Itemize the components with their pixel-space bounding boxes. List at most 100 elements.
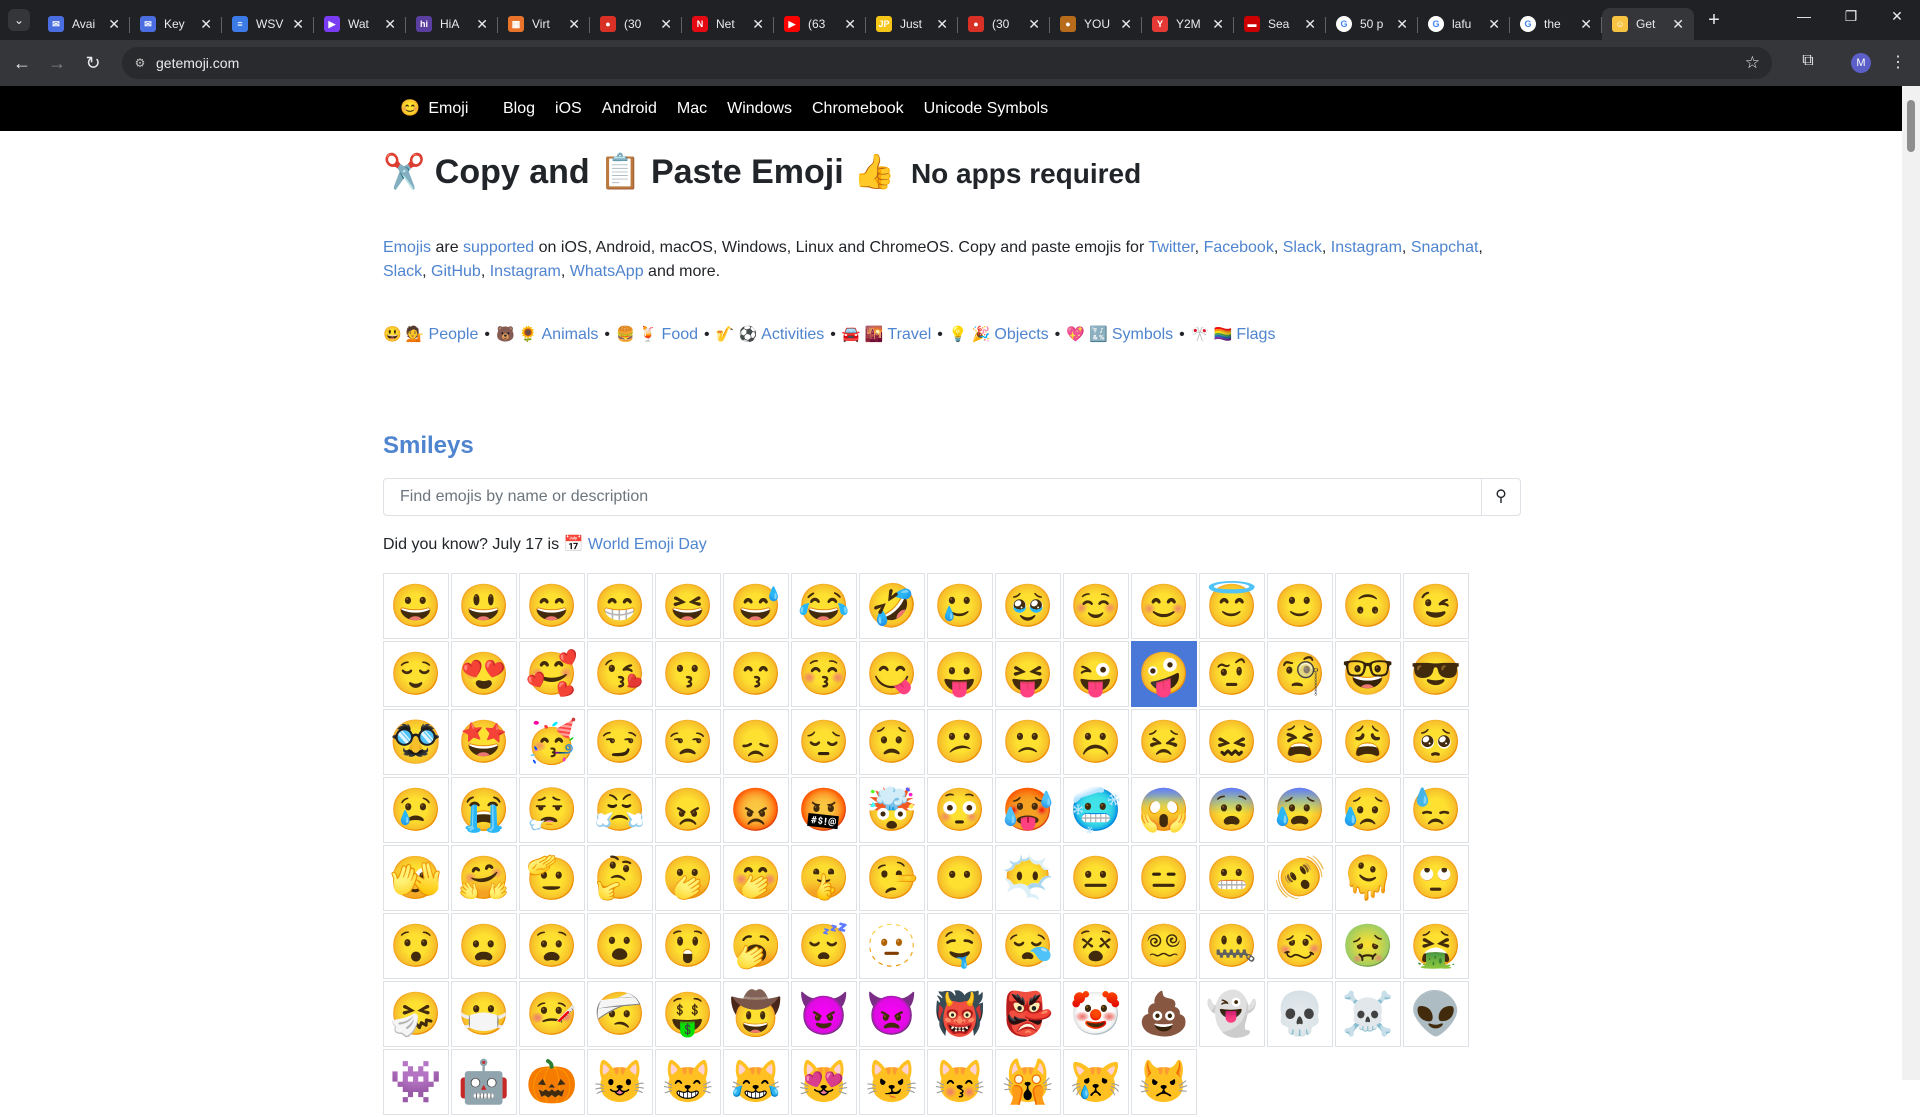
browser-tab[interactable]: N Net ✕ [682,8,774,40]
emoji-cell[interactable]: 😒 [655,709,721,775]
emoji-cell[interactable]: 😐 [1063,845,1129,911]
tab-close-icon[interactable]: ✕ [936,16,948,32]
emoji-cell[interactable]: 🥸 [383,709,449,775]
emoji-cell[interactable]: 😅 [723,573,789,639]
emoji-cell[interactable]: 🤭 [723,845,789,911]
emoji-cell[interactable]: 😔 [791,709,857,775]
emoji-cell[interactable]: 😢 [383,777,449,843]
emoji-cell[interactable]: 😧 [519,913,585,979]
emoji-cell[interactable]: 🤣 [859,573,925,639]
emoji-cell[interactable]: 🎃 [519,1049,585,1115]
category-link[interactable]: People [429,326,479,343]
category-link[interactable]: Animals [542,326,599,343]
emoji-cell[interactable]: 🙁 [995,709,1061,775]
link-world-emoji-day[interactable]: World Emoji Day [588,536,707,553]
tab-close-icon[interactable]: ✕ [476,16,488,32]
tab-close-icon[interactable]: ✕ [200,16,212,32]
emoji-cell[interactable]: 🫨 [1267,845,1333,911]
emoji-cell[interactable]: 😽 [927,1049,993,1115]
emoji-cell[interactable]: 😩 [1335,709,1401,775]
emoji-cell[interactable]: 😞 [723,709,789,775]
emoji-cell[interactable]: 🫡 [519,845,585,911]
emoji-cell[interactable]: 😀 [383,573,449,639]
emoji-cell[interactable]: 😂 [791,573,857,639]
emoji-cell[interactable]: 💩 [1131,981,1197,1047]
nav-link[interactable]: Chromebook [812,86,904,131]
emoji-cell[interactable]: 😜 [1063,641,1129,707]
emoji-cell[interactable]: 😏 [587,709,653,775]
emoji-cell[interactable]: 😲 [655,913,721,979]
browser-tab[interactable]: Y Y2M ✕ [1142,8,1234,40]
tab-close-icon[interactable]: ✕ [384,16,396,32]
browser-tab[interactable]: hi HiA ✕ [406,8,498,40]
emoji-cell[interactable]: 🤢 [1335,913,1401,979]
emoji-cell[interactable]: 😭 [451,777,517,843]
emoji-cell[interactable]: 😵 [1063,913,1129,979]
link-instagram[interactable]: Instagram [1331,239,1402,256]
minimize-button[interactable]: — [1789,8,1819,24]
tab-close-icon[interactable]: ✕ [1672,16,1684,32]
emoji-cell[interactable]: 😰 [1267,777,1333,843]
browser-tab[interactable]: Glafu ✕ [1418,8,1510,40]
browser-tab[interactable]: ≡ WSV ✕ [222,8,314,40]
emoji-cell[interactable]: 🤯 [859,777,925,843]
emoji-cell[interactable]: 🤑 [655,981,721,1047]
emoji-cell[interactable]: 😇 [1199,573,1265,639]
forward-button[interactable]: → [44,50,70,76]
emoji-cell[interactable]: 🙃 [1335,573,1401,639]
nav-link[interactable]: Android [602,86,657,131]
section-title-smileys[interactable]: Smileys [383,432,474,460]
emoji-cell[interactable]: 🫣 [383,845,449,911]
emoji-cell[interactable]: 😫 [1267,709,1333,775]
emoji-cell[interactable]: ☠️ [1335,981,1401,1047]
bookmark-star-icon[interactable]: ☆ [1745,47,1760,79]
emoji-cell[interactable]: 🙂 [1267,573,1333,639]
browser-tab[interactable]: ● (30 ✕ [958,8,1050,40]
emoji-cell[interactable]: 😙 [723,641,789,707]
emoji-cell[interactable]: 😗 [655,641,721,707]
emoji-cell[interactable]: 😬 [1199,845,1265,911]
emoji-cell[interactable]: 😸 [655,1049,721,1115]
emoji-cell[interactable]: 😾 [1131,1049,1197,1115]
emoji-cell[interactable]: 😪 [995,913,1061,979]
emoji-cell[interactable]: 🤫 [791,845,857,911]
emoji-cell[interactable]: 🧐 [1267,641,1333,707]
emoji-cell[interactable]: 😶‍🌫️ [995,845,1061,911]
tab-close-icon[interactable]: ✕ [1304,16,1316,32]
emoji-cell[interactable]: 👾 [383,1049,449,1115]
emoji-cell[interactable]: 😊 [1131,573,1197,639]
emoji-cell[interactable]: 🥵 [995,777,1061,843]
link-slack-2[interactable]: Slack [383,263,422,280]
emoji-cell[interactable]: 😠 [655,777,721,843]
tab-close-icon[interactable]: ✕ [1212,16,1224,32]
tab-close-icon[interactable]: ✕ [752,16,764,32]
emoji-cell[interactable]: 🤠 [723,981,789,1047]
tab-close-icon[interactable]: ✕ [1488,16,1500,32]
browser-tab[interactable]: ● YOU ✕ [1050,8,1142,40]
emoji-cell[interactable]: 🥲 [927,573,993,639]
emoji-cell[interactable]: 🤮 [1403,913,1469,979]
emoji-cell[interactable]: 😝 [995,641,1061,707]
link-instagram-2[interactable]: Instagram [490,263,561,280]
tab-close-icon[interactable]: ✕ [1028,16,1040,32]
tab-close-icon[interactable]: ✕ [1396,16,1408,32]
emoji-cell[interactable]: 🤤 [927,913,993,979]
tab-close-icon[interactable]: ✕ [844,16,856,32]
emoji-cell[interactable]: 😡 [723,777,789,843]
nav-link[interactable]: Mac [677,86,707,131]
extensions-icon[interactable]: ⧉ [1797,50,1819,72]
address-bar[interactable]: ⚙ getemoji.com ☆ [122,47,1772,79]
link-facebook[interactable]: Facebook [1204,239,1274,256]
nav-link[interactable]: Blog [503,86,535,131]
emoji-cell[interactable]: 😨 [1199,777,1265,843]
emoji-cell[interactable]: 😴 [791,913,857,979]
category-link[interactable]: Activities [761,326,824,343]
browser-tab[interactable]: ✉ Avai ✕ [38,8,130,40]
tab-close-icon[interactable]: ✕ [1580,16,1592,32]
emoji-cell[interactable]: 🥴 [1267,913,1333,979]
close-window-button[interactable]: ✕ [1882,8,1912,25]
emoji-cell[interactable]: 😯 [383,913,449,979]
emoji-cell[interactable]: 🥶 [1063,777,1129,843]
emoji-cell[interactable]: 😚 [791,641,857,707]
emoji-cell[interactable]: 😄 [519,573,585,639]
